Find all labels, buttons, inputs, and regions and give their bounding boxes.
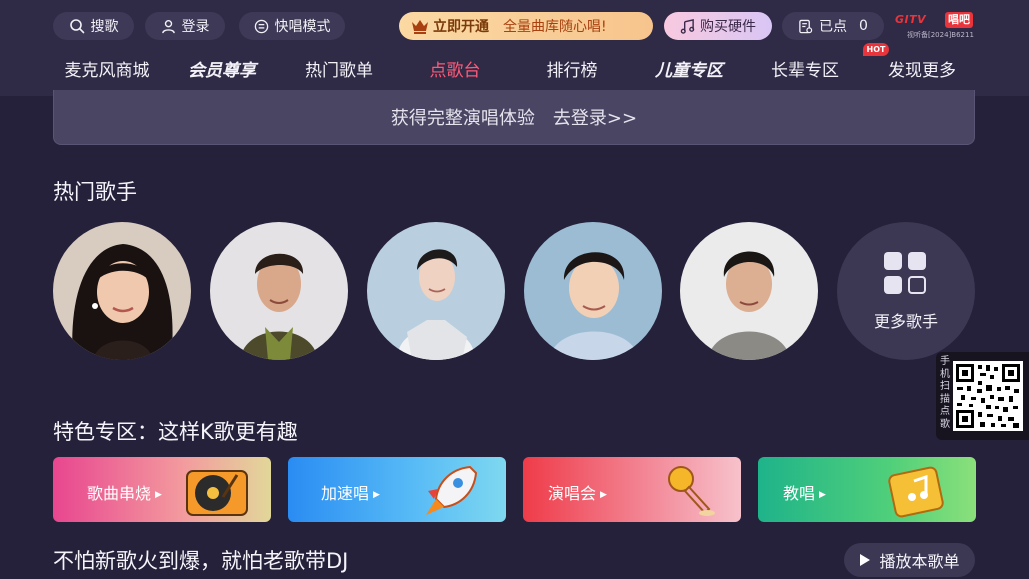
singer-avatar[interactable] xyxy=(680,222,818,360)
qr-code xyxy=(953,361,1023,431)
feature-card-label: 歌曲串烧 xyxy=(87,484,152,503)
gitv-logo: GITV xyxy=(895,13,927,26)
queued-count: 0 xyxy=(859,18,868,34)
qr-panel: 手机扫描点歌 xyxy=(936,352,1029,440)
record-player-icon xyxy=(186,470,248,516)
feature-card-label: 教唱 xyxy=(783,484,816,503)
feature-card-speed-sing[interactable]: 加速唱 ▶ xyxy=(288,457,506,522)
grid-icon xyxy=(884,252,928,296)
login-label: 登录 xyxy=(181,19,210,35)
login-banner-link[interactable]: 去登录>> xyxy=(553,104,637,130)
nav-item-kids[interactable]: 儿童专区 xyxy=(655,56,723,81)
search-button[interactable]: 搜歌 xyxy=(53,12,134,40)
vip-desc: 全量曲库随心唱! xyxy=(503,19,607,35)
more-singers-button[interactable]: 更多歌手 xyxy=(837,222,975,360)
qr-caption: 手机扫描点歌 xyxy=(940,356,950,430)
feature-card-medley[interactable]: 歌曲串烧 ▶ xyxy=(53,457,271,522)
login-button[interactable]: 登录 xyxy=(145,12,225,40)
buy-hardware-label: 购买硬件 xyxy=(700,19,756,35)
microphone-icon xyxy=(668,466,715,516)
quick-mode-label: 快唱模式 xyxy=(274,19,331,35)
music-book-icon xyxy=(888,466,944,518)
nav-item-discover-more[interactable]: 发现更多 xyxy=(888,56,956,81)
nav-item-hot-playlists[interactable]: 热门歌单 xyxy=(305,56,373,81)
changba-logo: 唱吧 xyxy=(945,12,973,28)
brand-logo: GITV 唱吧 视听备[2024]B6211 xyxy=(895,12,977,42)
singer-avatar[interactable] xyxy=(367,222,505,360)
quick-mode-button[interactable]: 快唱模式 xyxy=(239,12,345,40)
crown-icon xyxy=(412,20,428,34)
nav-item-mic-store[interactable]: 麦克风商城 xyxy=(65,56,150,81)
queued-songs-button[interactable]: 已点 0 xyxy=(782,12,884,40)
buy-hardware-button[interactable]: 购买硬件 xyxy=(664,12,772,40)
play-playlist-label: 播放本歌单 xyxy=(879,552,960,571)
queued-label: 已点 xyxy=(819,19,848,35)
singer-avatar[interactable] xyxy=(53,222,191,360)
nav-item-song-request[interactable]: 点歌台 xyxy=(430,56,481,81)
search-icon xyxy=(69,19,84,34)
main-nav: 麦克风商城 会员尊享 热门歌单 点歌台 排行榜 儿童专区 长辈专区 发现更多 xyxy=(0,52,1029,84)
vip-promo-banner[interactable]: 立即开通 全量曲库随心唱! xyxy=(399,12,653,40)
feature-card-label: 演唱会 xyxy=(548,484,597,503)
rocket-icon xyxy=(426,465,478,515)
nav-item-charts[interactable]: 排行榜 xyxy=(547,56,598,81)
singer-avatar[interactable] xyxy=(210,222,348,360)
features-title: 特色专区：这样K歌更有趣 xyxy=(53,420,298,444)
playlist-title: 不怕新歌火到爆，就怕老歌带DJ xyxy=(53,549,349,573)
ktv-home-page: 搜歌 登录 快唱模式 立即开通 全量曲库随心唱! 购买硬件 已点 0 GITV … xyxy=(0,0,1029,579)
feature-card-teach-sing[interactable]: 教唱 ▶ xyxy=(758,457,976,522)
more-singers-label: 更多歌手 xyxy=(873,312,938,331)
hot-singers-title: 热门歌手 xyxy=(53,180,137,204)
music-note-icon xyxy=(680,18,695,34)
top-bar: 搜歌 登录 快唱模式 立即开通 全量曲库随心唱! 购买硬件 已点 0 GITV … xyxy=(0,0,1029,96)
feature-card-concert[interactable]: 演唱会 ▶ xyxy=(523,457,741,522)
singer-avatar[interactable] xyxy=(524,222,662,360)
login-banner[interactable]: 获得完整演唱体验 去登录>> xyxy=(53,90,975,145)
feature-card-label: 加速唱 xyxy=(321,484,370,503)
hot-badge: HOT xyxy=(863,43,889,56)
login-banner-text: 获得完整演唱体验 xyxy=(390,108,535,129)
playlist-icon xyxy=(799,19,813,33)
play-icon xyxy=(860,554,871,566)
vip-open-label: 立即开通 xyxy=(433,19,489,35)
play-playlist-button[interactable]: 播放本歌单 xyxy=(844,543,975,577)
nav-item-elders[interactable]: 长辈专区 xyxy=(771,56,839,81)
nav-item-vip[interactable]: 会员尊享 xyxy=(188,56,256,81)
quick-sing-icon xyxy=(254,19,268,33)
search-label: 搜歌 xyxy=(90,19,119,35)
user-icon xyxy=(161,19,175,33)
license-text: 视听备[2024]B6211 xyxy=(907,31,974,39)
